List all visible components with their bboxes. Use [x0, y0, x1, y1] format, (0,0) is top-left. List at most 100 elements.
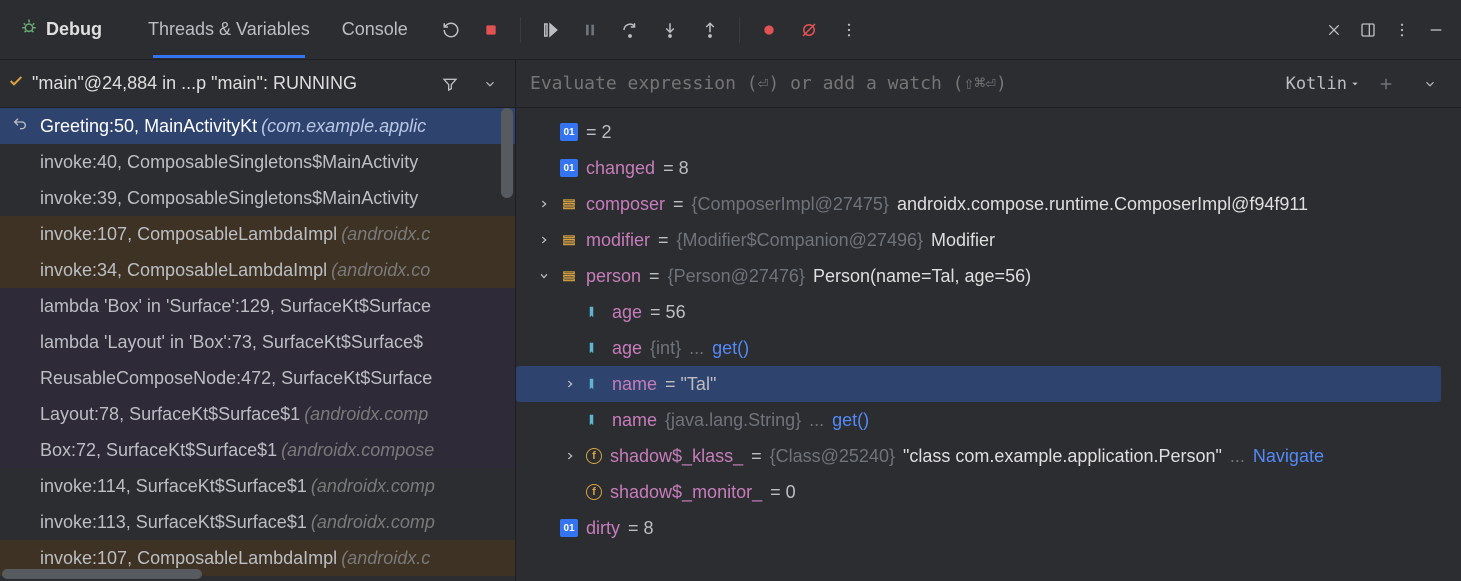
hide-icon[interactable]: [1419, 13, 1453, 47]
bug-icon: [20, 18, 38, 41]
frame-main-text: invoke:34, ComposableLambdaImpl: [40, 260, 327, 281]
variable-row[interactable]: 01dirty= 8: [516, 510, 1461, 546]
variable-row[interactable]: fshadow$_klass_={Class@25240}"class com.…: [516, 438, 1461, 474]
variable-row[interactable]: modifier={Modifier$Companion@27496}Modif…: [516, 222, 1461, 258]
stop-icon[interactable]: [474, 13, 508, 47]
variable-row[interactable]: 01 changed = 8: [516, 150, 1461, 186]
rerun-icon[interactable]: [434, 13, 468, 47]
frame-sub-text: (androidx.co: [331, 260, 430, 281]
chevron-down-icon[interactable]: [1413, 67, 1447, 101]
step-out-icon[interactable]: [693, 13, 727, 47]
divider: [520, 17, 521, 43]
undo-icon[interactable]: [12, 116, 28, 137]
final-icon: f: [586, 484, 602, 500]
stack-frame-row[interactable]: Layout:78, SurfaceKt$Surface$1(androidx.…: [0, 396, 515, 432]
class-icon: [560, 231, 578, 249]
expand-arrow-icon[interactable]: [536, 199, 552, 209]
tabs: Threads & Variables Console: [134, 1, 422, 58]
frames-pane[interactable]: Greeting:50, MainActivityKt(com.example.…: [0, 108, 516, 581]
field-icon: [586, 411, 604, 429]
variable-row[interactable]: person={Person@27476}Person(name=Tal, ag…: [516, 258, 1461, 294]
variable-row[interactable]: 01= 2: [516, 114, 1461, 150]
sub-toolbar: "main"@24,884 in ...p "main": RUNNING Ko…: [0, 60, 1461, 108]
frame-main-text: invoke:113, SurfaceKt$Surface$1: [40, 512, 307, 533]
variable-row[interactable]: age= 56: [516, 294, 1461, 330]
check-icon: [8, 73, 24, 94]
expand-arrow-icon[interactable]: [536, 235, 552, 245]
stack-frame-row[interactable]: invoke:114, SurfaceKt$Surface$1(androidx…: [0, 468, 515, 504]
variable-name: changed: [586, 158, 655, 179]
step-over-icon[interactable]: [613, 13, 647, 47]
stack-frame-row[interactable]: invoke:39, ComposableSingletons$MainActi…: [0, 180, 515, 216]
thread-status-text: "main"@24,884 in ...p "main": RUNNING: [32, 73, 357, 94]
tab-threads-variables[interactable]: Threads & Variables: [134, 1, 324, 58]
variable-action-link[interactable]: get(): [712, 338, 749, 359]
view-breakpoints-icon[interactable]: [752, 13, 786, 47]
add-watch-icon[interactable]: [1369, 67, 1403, 101]
expand-arrow-icon[interactable]: [536, 271, 552, 281]
frame-main-text: invoke:107, ComposableLambdaImpl: [40, 224, 337, 245]
vertical-scrollbar[interactable]: [501, 108, 513, 198]
frame-sub-text: (com.example.applic: [261, 116, 426, 137]
frame-main-text: lambda 'Box' in 'Surface':129, SurfaceKt…: [40, 296, 431, 317]
variable-value: =: [751, 446, 762, 467]
horizontal-scrollbar[interactable]: [2, 569, 202, 579]
step-into-icon[interactable]: [653, 13, 687, 47]
more-icon[interactable]: [832, 13, 866, 47]
stack-frame-row[interactable]: invoke:113, SurfaceKt$Surface$1(androidx…: [0, 504, 515, 540]
stack-frame-row[interactable]: lambda 'Layout' in 'Box':73, SurfaceKt$S…: [0, 324, 515, 360]
variable-value: = 8: [628, 518, 654, 539]
variable-tostring: Modifier: [931, 230, 995, 251]
filter-icon[interactable]: [433, 67, 467, 101]
pause-icon[interactable]: [573, 13, 607, 47]
resume-icon[interactable]: [533, 13, 567, 47]
frame-sub-text: (androidx.comp: [304, 404, 428, 425]
stack-frame-row[interactable]: invoke:107, ComposableLambdaImpl(android…: [0, 216, 515, 252]
chevron-down-icon[interactable]: [473, 67, 507, 101]
int-icon: 01: [560, 123, 578, 141]
expand-arrow-icon[interactable]: [562, 451, 578, 461]
variable-value: = 0: [770, 482, 796, 503]
int-icon: 01: [560, 519, 578, 537]
evaluate-expression-input[interactable]: [530, 73, 1276, 94]
frame-main-text: invoke:39, ComposableSingletons$MainActi…: [40, 188, 418, 209]
stack-frame-row[interactable]: Box:72, SurfaceKt$Surface$1(androidx.com…: [0, 432, 515, 468]
variable-value: =: [649, 266, 660, 287]
variable-value: = 8: [663, 158, 689, 179]
expand-arrow-icon[interactable]: [562, 379, 578, 389]
stack-frame-row[interactable]: ReusableComposeNode:472, SurfaceKt$Surfa…: [0, 360, 515, 396]
variable-row[interactable]: fshadow$_monitor_= 0: [516, 474, 1461, 510]
int-icon: 01: [560, 159, 578, 177]
frame-sub-text: (androidx.c: [341, 224, 430, 245]
frame-main-text: invoke:40, ComposableSingletons$MainActi…: [40, 152, 418, 173]
frame-main-text: Box:72, SurfaceKt$Surface$1: [40, 440, 277, 461]
stack-frame-row[interactable]: invoke:40, ComposableSingletons$MainActi…: [0, 144, 515, 180]
variable-row[interactable]: composer={ComposerImpl@27475}androidx.co…: [516, 186, 1461, 222]
variable-type-hint: {ComposerImpl@27475}: [692, 194, 889, 215]
variable-name: name: [612, 374, 657, 395]
stack-frame-row[interactable]: Greeting:50, MainActivityKt(com.example.…: [0, 108, 515, 144]
field-icon: [586, 339, 604, 357]
variable-tostring: Person(name=Tal, age=56): [813, 266, 1031, 287]
mute-breakpoints-icon[interactable]: [792, 13, 826, 47]
variable-row[interactable]: age{int}...get(): [516, 330, 1461, 366]
options-icon[interactable]: [1385, 13, 1419, 47]
stack-frame-row[interactable]: lambda 'Box' in 'Surface':129, SurfaceKt…: [0, 288, 515, 324]
variable-row[interactable]: name= "Tal": [516, 366, 1441, 402]
close-icon[interactable]: [1317, 13, 1351, 47]
tab-console[interactable]: Console: [328, 1, 422, 58]
language-selector[interactable]: Kotlin: [1286, 74, 1359, 94]
variable-action-link[interactable]: Navigate: [1253, 446, 1324, 467]
variable-action-link[interactable]: get(): [832, 410, 869, 431]
variable-type-hint: {java.lang.String}: [665, 410, 801, 431]
thread-selector[interactable]: "main"@24,884 in ...p "main": RUNNING: [0, 60, 516, 107]
frame-sub-text: (androidx.c: [341, 548, 430, 569]
layout-icon[interactable]: [1351, 13, 1385, 47]
variables-pane[interactable]: 01= 2 01 changed = 8 composer={ComposerImpl…: [516, 108, 1461, 581]
divider: [739, 17, 740, 43]
stack-frame-row[interactable]: invoke:34, ComposableLambdaImpl(androidx…: [0, 252, 515, 288]
debug-title: Debug: [8, 18, 114, 41]
variable-row[interactable]: name{java.lang.String}...get(): [516, 402, 1461, 438]
field-icon: [586, 375, 604, 393]
frame-main-text: invoke:114, SurfaceKt$Surface$1: [40, 476, 307, 497]
